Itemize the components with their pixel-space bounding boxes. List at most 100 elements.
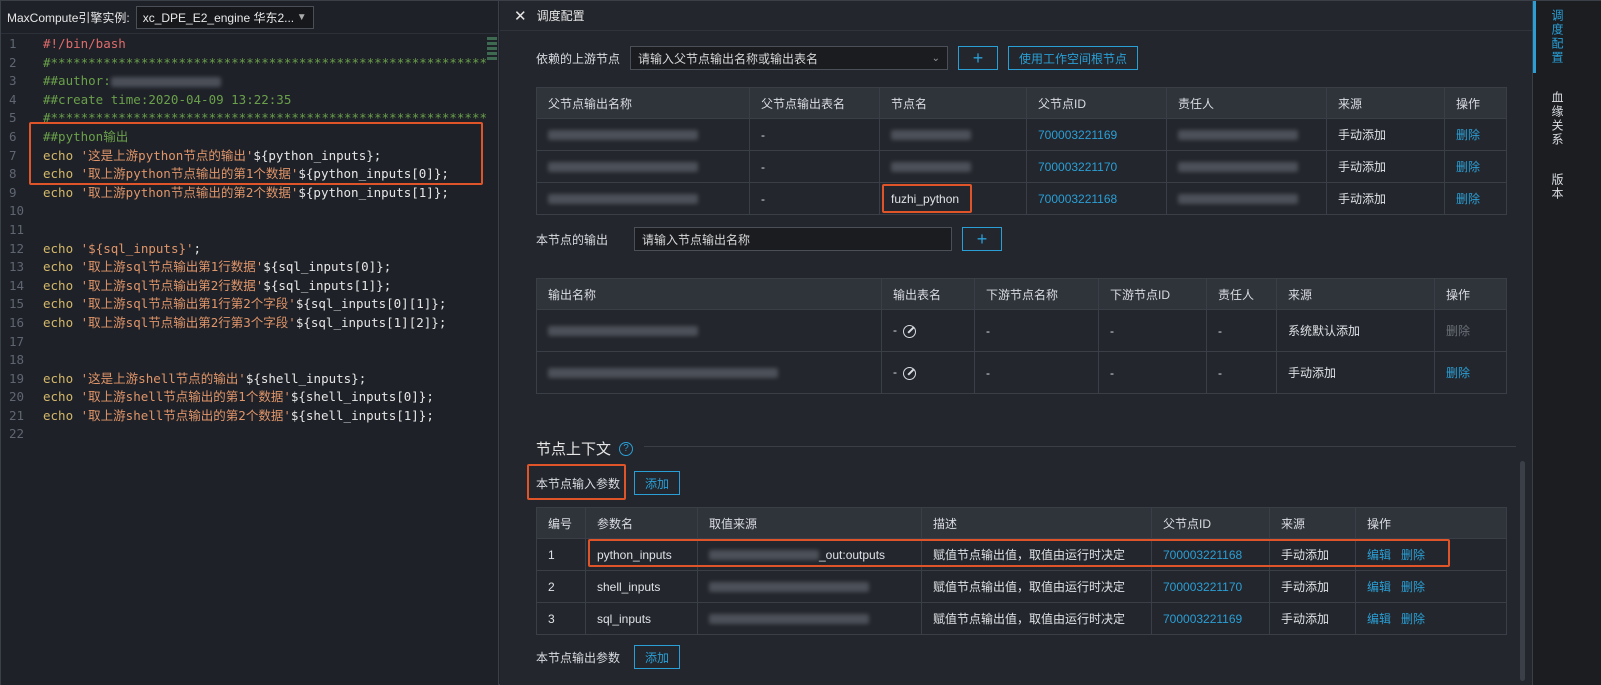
redacted-text bbox=[548, 162, 698, 173]
delete-link[interactable]: 删除 bbox=[1401, 580, 1425, 594]
column-header: 输出名称 bbox=[536, 278, 882, 310]
column-header: 父节点ID bbox=[1026, 87, 1167, 119]
column-header: 来源 bbox=[1326, 87, 1445, 119]
use-root-node-button[interactable]: 使用工作空间根节点 bbox=[1008, 46, 1139, 70]
redacted-text bbox=[548, 130, 698, 141]
edit-icon[interactable] bbox=[903, 324, 916, 338]
code-token: '这是上游shell节点的输出' bbox=[80, 370, 246, 386]
line-text: echo '取上游sql节点输出第1行数据'${sql_inputs[0]}; bbox=[35, 258, 391, 277]
rail-item-version[interactable]: 版本 bbox=[1544, 173, 1566, 201]
edit-link[interactable]: 编辑 bbox=[1367, 612, 1391, 626]
panel-header: ✕ 调度配置 bbox=[500, 1, 1532, 31]
cell-source: 手动添加 bbox=[1326, 118, 1445, 151]
line-number: 8 bbox=[9, 166, 17, 182]
add-output-param-button[interactable]: 添加 bbox=[634, 645, 681, 669]
column-header: 下游节点ID bbox=[1098, 278, 1207, 310]
table-row: - - - - 系统默认添加 删除 bbox=[536, 309, 1507, 352]
edit-link[interactable]: 编辑 bbox=[1367, 548, 1391, 562]
column-header: 责任人 bbox=[1206, 278, 1277, 310]
rail-item-schedule[interactable]: 调度配置 bbox=[1544, 9, 1566, 65]
code-token: ##author: bbox=[43, 73, 111, 89]
line-text: ##python输出 bbox=[35, 128, 128, 147]
code-token: '取上游sql节点输出第1行第2个字段' bbox=[80, 296, 296, 312]
minimap[interactable] bbox=[486, 35, 498, 75]
code-line: 17 bbox=[1, 333, 486, 352]
add-output-button[interactable]: + bbox=[962, 227, 1002, 251]
code-token: ${sql_inputs[1][2]}; bbox=[295, 314, 447, 330]
cell-parent-id[interactable]: 700003221170 bbox=[1151, 570, 1270, 603]
cell-owner: - bbox=[1206, 351, 1277, 394]
panel-scrollbar[interactable] bbox=[1520, 461, 1525, 681]
edit-link[interactable]: 编辑 bbox=[1367, 580, 1391, 594]
edit-icon[interactable] bbox=[903, 366, 916, 380]
line-text: #***************************************… bbox=[35, 109, 486, 128]
code-line: 3 ##author: bbox=[1, 72, 486, 91]
column-header: 描述 bbox=[921, 507, 1152, 539]
code-line: 7 echo '这是上游python节点的输出'${python_inputs}; bbox=[1, 147, 486, 166]
code-token: '取上游shell节点输出的第1个数据' bbox=[80, 389, 291, 405]
code-token: #***************************************… bbox=[43, 110, 486, 126]
delete-link[interactable]: 删除 bbox=[1444, 182, 1507, 215]
delete-link[interactable]: 删除 bbox=[1434, 351, 1507, 394]
code-token: echo bbox=[43, 240, 81, 256]
line-number: 10 bbox=[9, 203, 25, 219]
output-label: 本节点的输出 bbox=[536, 232, 609, 247]
delete-link[interactable]: 删除 bbox=[1444, 118, 1507, 151]
right-rail: 调度配置 血缘关系 版本 bbox=[1532, 1, 1601, 685]
line-text: echo '取上游python节点输出的第1个数据'${python_input… bbox=[35, 165, 449, 184]
cell-parent-id[interactable]: 700003221169 bbox=[1026, 118, 1167, 151]
code-token: '取上游sql节点输出第2行第3个字段' bbox=[80, 314, 296, 330]
section-divider bbox=[644, 446, 1516, 447]
cell-description: 赋值节点输出值，取值由运行时决定 bbox=[921, 570, 1152, 603]
add-upstream-button[interactable]: + bbox=[958, 46, 999, 70]
parent-node-table: 父节点输出名称 父节点输出表名 节点名 父节点ID 责任人 来源 操作 - 700003221… bbox=[536, 87, 1507, 215]
engine-select[interactable]: xc_DPE_E2_engine 华东2... ▼ bbox=[135, 5, 314, 29]
cell-description: 赋值节点输出值，取值由运行时决定 bbox=[921, 602, 1152, 635]
delete-link[interactable]: 删除 bbox=[1401, 612, 1425, 626]
redacted-text bbox=[548, 194, 698, 205]
line-number: 11 bbox=[9, 221, 25, 237]
cell-output-name bbox=[536, 118, 750, 151]
code-token: ${shell_inputs[0]}; bbox=[290, 389, 434, 405]
code-area[interactable]: 1 #!/bin/bash 2 #**************************… bbox=[1, 35, 486, 444]
code-token: ${sql_inputs[0]}; bbox=[263, 259, 392, 275]
output-input[interactable]: 请输入节点输出名称 bbox=[634, 227, 952, 251]
rail-item-lineage[interactable]: 血缘关系 bbox=[1544, 91, 1566, 147]
cell-value-source: _out:outputs bbox=[697, 538, 922, 571]
close-icon[interactable]: ✕ bbox=[514, 7, 527, 25]
code-editor-pane: MaxCompute引擎实例: xc_DPE_E2_engine 华东2... … bbox=[1, 1, 499, 685]
panel-title: 调度配置 bbox=[536, 9, 585, 23]
add-input-param-button[interactable]: 添加 bbox=[634, 471, 681, 495]
help-icon[interactable]: ? bbox=[619, 441, 634, 456]
chevron-down-icon: ⌄ bbox=[931, 52, 941, 64]
code-token: ${python_inputs}; bbox=[253, 147, 382, 163]
code-line: 4 ##create time:2020-04-09 13:22:35 bbox=[1, 91, 486, 110]
input-params-row: 本节点输入参数 添加 bbox=[536, 471, 681, 495]
code-token: ${sql_inputs[1]}; bbox=[263, 277, 392, 293]
line-number: 18 bbox=[9, 352, 25, 368]
column-header: 操作 bbox=[1444, 87, 1507, 119]
code-token: '取上游shell节点输出的第2个数据' bbox=[80, 407, 291, 423]
cell-parent-id[interactable]: 700003221168 bbox=[1026, 182, 1167, 215]
cell-owner bbox=[1166, 182, 1327, 215]
chevron-down-icon: ▼ bbox=[296, 11, 307, 23]
line-number: 21 bbox=[9, 407, 25, 423]
upstream-input[interactable]: 请输入父节点输出名称或输出表名 ⌄ bbox=[630, 46, 949, 70]
cell-parent-id[interactable]: 700003221168 bbox=[1151, 538, 1270, 571]
cell-parent-id[interactable]: 700003221169 bbox=[1151, 602, 1270, 635]
delete-link[interactable]: 删除 bbox=[1444, 150, 1507, 183]
cell-owner: - bbox=[1206, 309, 1277, 352]
delete-link[interactable]: 删除 bbox=[1401, 548, 1425, 562]
cell-parent-id[interactable]: 700003221170 bbox=[1026, 150, 1167, 183]
app-root: MaxCompute引擎实例: xc_DPE_E2_engine 华东2... … bbox=[0, 0, 1601, 685]
column-header: 下游节点名称 bbox=[974, 278, 1099, 310]
line-text: #!/bin/bash bbox=[35, 35, 126, 54]
cell-owner bbox=[1166, 118, 1327, 151]
cell-node-name bbox=[879, 150, 1027, 183]
line-text: ##author: bbox=[35, 72, 221, 91]
redacted-text bbox=[548, 368, 778, 379]
cell-source: 手动添加 bbox=[1326, 182, 1445, 215]
column-header: 操作 bbox=[1434, 278, 1507, 310]
plus-icon: + bbox=[976, 228, 988, 249]
code-token: echo bbox=[43, 407, 81, 423]
